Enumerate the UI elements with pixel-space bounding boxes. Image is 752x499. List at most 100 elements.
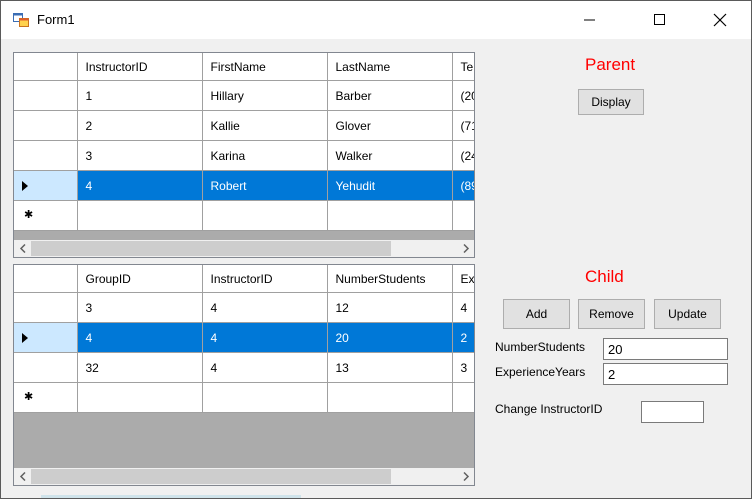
- table-cell[interactable]: [202, 382, 328, 413]
- table-cell[interactable]: Kallie: [202, 110, 328, 141]
- table-cell[interactable]: (20: [452, 80, 474, 111]
- row-header-cell[interactable]: [14, 140, 78, 171]
- table-cell[interactable]: 4: [452, 292, 474, 323]
- table-cell[interactable]: [327, 382, 453, 413]
- table-cell[interactable]: [77, 200, 203, 231]
- add-button[interactable]: Add: [503, 299, 570, 329]
- table-row-selected[interactable]: 4 Robert Yehudit (89: [14, 170, 474, 201]
- scroll-right-icon[interactable]: [457, 240, 474, 257]
- row-header-cell[interactable]: [14, 110, 78, 141]
- main-window: Form1 InstructorID FirstName LastName Te…: [0, 0, 752, 499]
- maximize-button[interactable]: [637, 1, 683, 39]
- column-header[interactable]: LastName: [327, 53, 453, 81]
- new-row[interactable]: ✱: [14, 382, 474, 413]
- table-cell[interactable]: Walker: [327, 140, 453, 171]
- scrollbar-thumb[interactable]: [31, 241, 391, 256]
- background-strip: [41, 495, 301, 498]
- table-cell[interactable]: [77, 382, 203, 413]
- table-cell[interactable]: 4: [77, 322, 203, 353]
- number-students-field[interactable]: 20: [603, 338, 728, 360]
- table-cell[interactable]: 2: [452, 322, 474, 353]
- form-app-icon: [13, 12, 29, 28]
- new-row-asterisk-icon: ✱: [24, 209, 34, 221]
- table-cell[interactable]: 3: [77, 140, 203, 171]
- table-cell[interactable]: 1: [77, 80, 203, 111]
- table-cell[interactable]: 3: [452, 352, 474, 383]
- table-row[interactable]: 2 Kallie Glover (71: [14, 110, 474, 141]
- column-header[interactable]: InstructorID: [202, 265, 328, 293]
- table-cell[interactable]: 4: [202, 292, 328, 323]
- table-cell[interactable]: (24: [452, 140, 474, 171]
- table-cell[interactable]: Karina: [202, 140, 328, 171]
- remove-button[interactable]: Remove: [578, 299, 645, 329]
- experience-years-label: ExperienceYears: [495, 365, 586, 379]
- table-cell[interactable]: 4: [202, 322, 328, 353]
- table-cell[interactable]: Robert: [202, 170, 328, 201]
- change-instructor-label: Change InstructorID: [495, 402, 603, 416]
- table-row[interactable]: 32 4 13 3: [14, 352, 474, 383]
- table-cell[interactable]: [452, 200, 474, 231]
- current-row-arrow-icon: [22, 333, 28, 343]
- corner-header-cell[interactable]: [14, 53, 78, 81]
- window-title: Form1: [37, 12, 75, 27]
- parent-label: Parent: [585, 55, 636, 74]
- column-header[interactable]: GroupID: [77, 265, 203, 293]
- scroll-right-icon[interactable]: [457, 468, 474, 485]
- row-header-cell[interactable]: ✱: [14, 200, 78, 231]
- new-row-asterisk-icon: ✱: [24, 391, 34, 403]
- scrollbar-thumb[interactable]: [31, 469, 391, 484]
- table-row[interactable]: 3 4 12 4: [14, 292, 474, 323]
- column-header[interactable]: InstructorID: [77, 53, 203, 81]
- table-cell[interactable]: [327, 200, 453, 231]
- row-header-cell[interactable]: [14, 292, 78, 323]
- table-cell[interactable]: [202, 200, 328, 231]
- change-instructor-field[interactable]: [641, 401, 704, 423]
- minimize-button[interactable]: [567, 1, 613, 39]
- table-cell[interactable]: (89: [452, 170, 474, 201]
- grid-header-row: GroupID InstructorID NumberStudents Ex: [14, 265, 474, 293]
- child-data-grid[interactable]: GroupID InstructorID NumberStudents Ex 3…: [13, 264, 475, 486]
- column-header[interactable]: FirstName: [202, 53, 328, 81]
- table-cell[interactable]: 13: [327, 352, 453, 383]
- row-header-cell[interactable]: [14, 352, 78, 383]
- row-header-cell[interactable]: [14, 80, 78, 111]
- new-row[interactable]: ✱: [14, 200, 474, 231]
- column-header[interactable]: Te: [452, 53, 474, 81]
- column-header[interactable]: NumberStudents: [327, 265, 453, 293]
- table-row[interactable]: 1 Hillary Barber (20: [14, 80, 474, 111]
- table-cell[interactable]: [452, 382, 474, 413]
- row-header-cell[interactable]: [14, 322, 78, 353]
- grid-header-row: InstructorID FirstName LastName Te: [14, 53, 474, 81]
- number-students-label: NumberStudents: [495, 340, 586, 354]
- parent-data-grid[interactable]: InstructorID FirstName LastName Te 1 Hil…: [13, 52, 475, 258]
- table-cell[interactable]: 3: [77, 292, 203, 323]
- table-cell[interactable]: Hillary: [202, 80, 328, 111]
- table-cell[interactable]: 4: [202, 352, 328, 383]
- row-header-cell[interactable]: ✱: [14, 382, 78, 413]
- table-cell[interactable]: 4: [77, 170, 203, 201]
- horizontal-scrollbar[interactable]: [14, 240, 474, 257]
- corner-header-cell[interactable]: [14, 265, 78, 293]
- table-row-selected[interactable]: 4 4 20 2: [14, 322, 474, 353]
- table-cell[interactable]: Yehudit: [327, 170, 453, 201]
- table-cell[interactable]: (71: [452, 110, 474, 141]
- table-cell[interactable]: Barber: [327, 80, 453, 111]
- table-cell[interactable]: 20: [327, 322, 453, 353]
- title-bar[interactable]: Form1: [1, 1, 751, 39]
- row-header-cell[interactable]: [14, 170, 78, 201]
- update-button[interactable]: Update: [654, 299, 721, 329]
- scroll-left-icon[interactable]: [14, 468, 31, 485]
- horizontal-scrollbar[interactable]: [14, 468, 474, 485]
- table-cell[interactable]: 12: [327, 292, 453, 323]
- table-cell[interactable]: 2: [77, 110, 203, 141]
- display-button[interactable]: Display: [578, 89, 644, 115]
- table-cell[interactable]: Glover: [327, 110, 453, 141]
- column-header[interactable]: Ex: [452, 265, 474, 293]
- table-cell[interactable]: 32: [77, 352, 203, 383]
- experience-years-field[interactable]: 2: [603, 363, 728, 385]
- close-button[interactable]: [697, 1, 743, 39]
- child-label: Child: [585, 267, 624, 286]
- scroll-left-icon[interactable]: [14, 240, 31, 257]
- table-row[interactable]: 3 Karina Walker (24: [14, 140, 474, 171]
- current-row-arrow-icon: [22, 181, 28, 191]
